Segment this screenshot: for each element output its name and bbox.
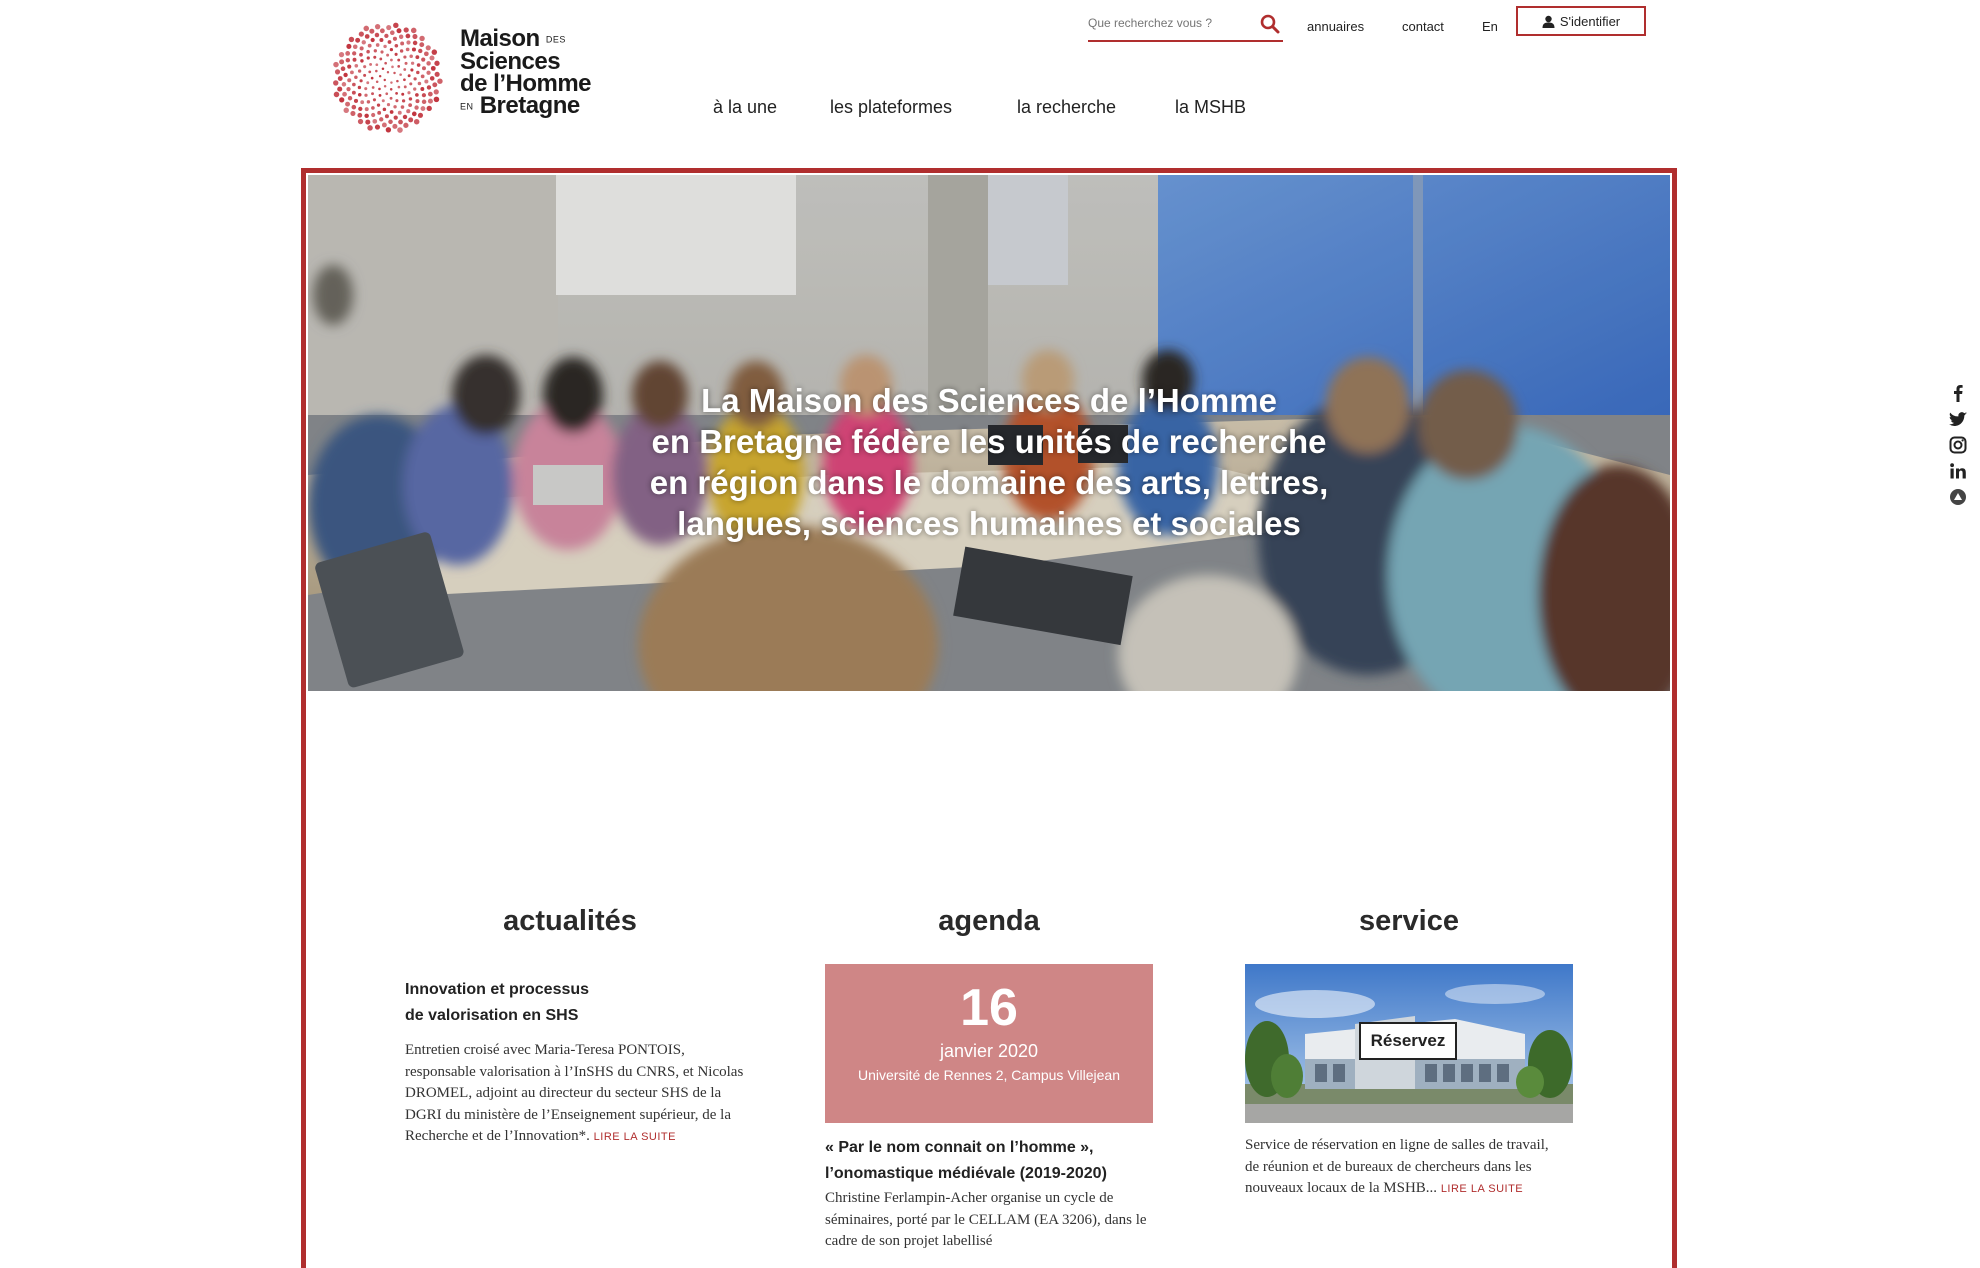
logo-dots-icon: [333, 22, 443, 133]
reserve-button[interactable]: Réservez: [1359, 1022, 1457, 1060]
agenda-date-card[interactable]: 16 janvier 2020 Université de Rennes 2, …: [825, 964, 1153, 1123]
hero-banner: La Maison des Sciences de l’Homme en Bre…: [308, 175, 1670, 691]
instagram-icon[interactable]: [1948, 435, 1968, 455]
agenda-event-title[interactable]: « Par le nom connait on l’homme », l’ono…: [825, 1135, 1165, 1187]
hal-icon[interactable]: [1948, 487, 1968, 507]
site-logo[interactable]: Maison DES Sciences de l’Homme EN Bretag…: [330, 20, 600, 135]
login-label: S'identifier: [1559, 13, 1621, 29]
agenda-event-excerpt: Christine Ferlampin-Acher organise un cy…: [825, 1190, 1147, 1249]
service-read-more-link[interactable]: LIRE LA SUITE: [1441, 1183, 1523, 1195]
twitter-icon[interactable]: [1948, 409, 1968, 429]
nav-a-la-une[interactable]: à la une: [713, 97, 777, 118]
service-heading: service: [1359, 905, 1459, 937]
search-input[interactable]: [1088, 16, 1248, 30]
contact-link[interactable]: contact: [1402, 19, 1444, 34]
login-button[interactable]: S'identifier: [1516, 6, 1646, 36]
nav-recherche[interactable]: la recherche: [1017, 97, 1116, 118]
news-item-title[interactable]: Innovation et processus de valorisation …: [405, 977, 735, 1029]
nav-plateformes[interactable]: les plateformes: [830, 97, 952, 118]
service-excerpt: Service de réservation en ligne de salle…: [1245, 1137, 1549, 1196]
agenda-month: janvier 2020: [939, 1041, 1039, 1061]
agenda-location: Université de Rennes 2, Campus Villejean: [858, 1067, 1120, 1083]
hero-headline: La Maison des Sciences de l’Homme en Bre…: [649, 382, 1329, 542]
news-heading: actualités: [503, 905, 637, 937]
linkedin-icon[interactable]: [1948, 461, 1968, 481]
directories-link[interactable]: annuaires: [1307, 19, 1364, 34]
news-read-more-link[interactable]: LIRE LA SUITE: [594, 1131, 676, 1143]
nav-mshb[interactable]: la MSHB: [1175, 97, 1246, 118]
agenda-heading: agenda: [938, 905, 1040, 937]
language-switch[interactable]: En: [1482, 19, 1498, 34]
news-item-excerpt: Entretien croisé avec Maria-Teresa PONTO…: [405, 1042, 744, 1144]
search-icon[interactable]: [1259, 13, 1281, 35]
service-building-image[interactable]: Réservez: [1245, 964, 1573, 1123]
user-icon: [1542, 15, 1555, 28]
search-box: [1088, 10, 1283, 42]
facebook-icon[interactable]: [1948, 383, 1968, 403]
agenda-day: 16: [960, 979, 1018, 1037]
social-links: [1948, 383, 1972, 513]
logo-wordmark: Maison DES Sciences de l’Homme EN Bretag…: [460, 25, 592, 119]
